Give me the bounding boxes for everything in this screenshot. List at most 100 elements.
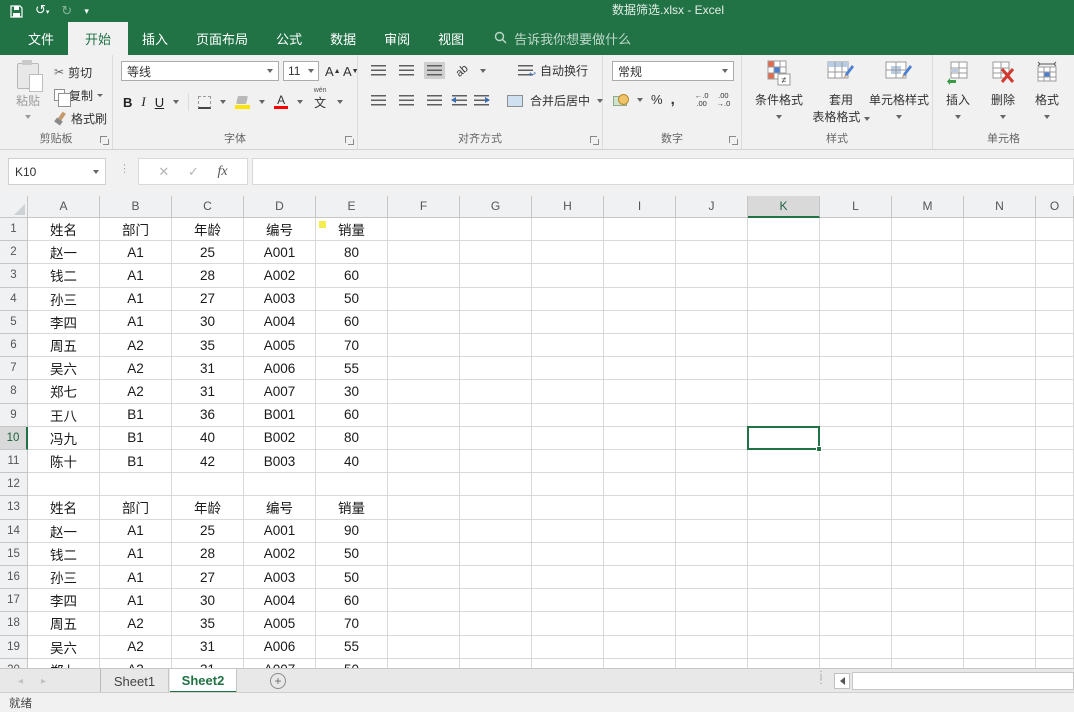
decrease-decimal-button[interactable]: .00 →.0 bbox=[717, 92, 731, 108]
cell-I11[interactable] bbox=[604, 450, 676, 473]
cell-C18[interactable]: 35 bbox=[172, 612, 244, 635]
cell-J5[interactable] bbox=[676, 311, 748, 334]
cell-C13[interactable]: 年龄 bbox=[172, 496, 244, 519]
cell-H6[interactable] bbox=[532, 334, 604, 357]
shrink-font-button[interactable]: A▼ bbox=[343, 61, 359, 81]
column-header-L[interactable]: L bbox=[820, 196, 892, 218]
cell-J4[interactable] bbox=[676, 288, 748, 311]
cell-A7[interactable]: 吴六 bbox=[28, 357, 100, 380]
cell-O8[interactable] bbox=[1036, 380, 1074, 403]
cell-A19[interactable]: 吴六 bbox=[28, 636, 100, 659]
fill-handle[interactable] bbox=[816, 446, 822, 452]
cell-O7[interactable] bbox=[1036, 357, 1074, 380]
cell-H3[interactable] bbox=[532, 264, 604, 287]
paste-dropdown-caret[interactable] bbox=[25, 115, 31, 119]
cell-H18[interactable] bbox=[532, 612, 604, 635]
cell-C9[interactable]: 36 bbox=[172, 404, 244, 427]
cell-H14[interactable] bbox=[532, 520, 604, 543]
cell-C8[interactable]: 31 bbox=[172, 380, 244, 403]
format-cells-button[interactable]: 格式 bbox=[1030, 60, 1064, 122]
cell-A13[interactable]: 姓名 bbox=[28, 496, 100, 519]
cell-O14[interactable] bbox=[1036, 520, 1074, 543]
cell-C10[interactable]: 40 bbox=[172, 427, 244, 450]
cell-A6[interactable]: 周五 bbox=[28, 334, 100, 357]
cell-E8[interactable]: 30 bbox=[316, 380, 388, 403]
cell-N15[interactable] bbox=[964, 543, 1036, 566]
cell-F9[interactable] bbox=[388, 404, 460, 427]
cell-A17[interactable]: 李四 bbox=[28, 589, 100, 612]
cell-M14[interactable] bbox=[892, 520, 964, 543]
cell-K16[interactable] bbox=[748, 566, 820, 589]
cell-B1[interactable]: 部门 bbox=[100, 218, 172, 241]
cell-D9[interactable]: B001 bbox=[244, 404, 316, 427]
orientation-button[interactable]: ab bbox=[452, 62, 473, 79]
cell-B19[interactable]: A2 bbox=[100, 636, 172, 659]
cell-L7[interactable] bbox=[820, 357, 892, 380]
cell-E14[interactable]: 90 bbox=[316, 520, 388, 543]
cell-L15[interactable] bbox=[820, 543, 892, 566]
cell-D2[interactable]: A001 bbox=[244, 241, 316, 264]
cell-D19[interactable]: A006 bbox=[244, 636, 316, 659]
cell-L4[interactable] bbox=[820, 288, 892, 311]
cell-L5[interactable] bbox=[820, 311, 892, 334]
cell-G15[interactable] bbox=[460, 543, 532, 566]
row-header-15[interactable]: 15 bbox=[0, 543, 28, 566]
cell-E13[interactable]: 销量 bbox=[316, 496, 388, 519]
cell-M4[interactable] bbox=[892, 288, 964, 311]
cell-I8[interactable] bbox=[604, 380, 676, 403]
cell-L2[interactable] bbox=[820, 241, 892, 264]
cell-B17[interactable]: A1 bbox=[100, 589, 172, 612]
cell-I10[interactable] bbox=[604, 427, 676, 450]
cell-B4[interactable]: A1 bbox=[100, 288, 172, 311]
italic-button[interactable]: I bbox=[141, 94, 145, 110]
row-header-7[interactable]: 7 bbox=[0, 357, 28, 380]
undo-icon[interactable]: ↺▾ bbox=[35, 0, 49, 24]
cell-L8[interactable] bbox=[820, 380, 892, 403]
cell-B9[interactable]: B1 bbox=[100, 404, 172, 427]
cell-D15[interactable]: A002 bbox=[244, 543, 316, 566]
cell-C11[interactable]: 42 bbox=[172, 450, 244, 473]
cell-N20[interactable] bbox=[964, 659, 1036, 668]
cell-G7[interactable] bbox=[460, 357, 532, 380]
cell-I1[interactable] bbox=[604, 218, 676, 241]
cell-C15[interactable]: 28 bbox=[172, 543, 244, 566]
cell-I13[interactable] bbox=[604, 496, 676, 519]
comma-style-button[interactable]: , bbox=[671, 91, 675, 108]
cell-D12[interactable] bbox=[244, 473, 316, 496]
cell-K6[interactable] bbox=[748, 334, 820, 357]
cell-C5[interactable]: 30 bbox=[172, 311, 244, 334]
cell-N5[interactable] bbox=[964, 311, 1036, 334]
align-top-button[interactable] bbox=[368, 62, 389, 79]
cell-I18[interactable] bbox=[604, 612, 676, 635]
cell-I4[interactable] bbox=[604, 288, 676, 311]
phonetic-dropdown-caret[interactable] bbox=[337, 100, 343, 104]
row-header-6[interactable]: 6 bbox=[0, 334, 28, 357]
cell-G10[interactable] bbox=[460, 427, 532, 450]
number-format-select[interactable]: 常规 bbox=[612, 61, 734, 81]
cell-E17[interactable]: 60 bbox=[316, 589, 388, 612]
cell-H17[interactable] bbox=[532, 589, 604, 612]
clipboard-dialog-launcher[interactable] bbox=[99, 135, 109, 145]
tab-view[interactable]: 视图 bbox=[424, 22, 478, 55]
cell-A10[interactable]: 冯九 bbox=[28, 427, 100, 450]
cell-F5[interactable] bbox=[388, 311, 460, 334]
align-left-button[interactable] bbox=[368, 92, 389, 109]
cell-O11[interactable] bbox=[1036, 450, 1074, 473]
cell-I6[interactable] bbox=[604, 334, 676, 357]
cell-D8[interactable]: A007 bbox=[244, 380, 316, 403]
cell-N16[interactable] bbox=[964, 566, 1036, 589]
cell-M8[interactable] bbox=[892, 380, 964, 403]
cell-F4[interactable] bbox=[388, 288, 460, 311]
cell-A1[interactable]: 姓名 bbox=[28, 218, 100, 241]
cell-N9[interactable] bbox=[964, 404, 1036, 427]
align-center-button[interactable] bbox=[396, 92, 417, 109]
bold-button[interactable]: B bbox=[123, 95, 132, 110]
name-box[interactable]: K10 bbox=[8, 158, 106, 185]
conditional-formatting-button[interactable]: ≠ 条件格式 bbox=[748, 60, 810, 122]
tab-formulas[interactable]: 公式 bbox=[262, 22, 316, 55]
cell-L19[interactable] bbox=[820, 636, 892, 659]
cell-K15[interactable] bbox=[748, 543, 820, 566]
tab-home[interactable]: 开始 bbox=[68, 22, 128, 55]
cell-M2[interactable] bbox=[892, 241, 964, 264]
cell-G3[interactable] bbox=[460, 264, 532, 287]
